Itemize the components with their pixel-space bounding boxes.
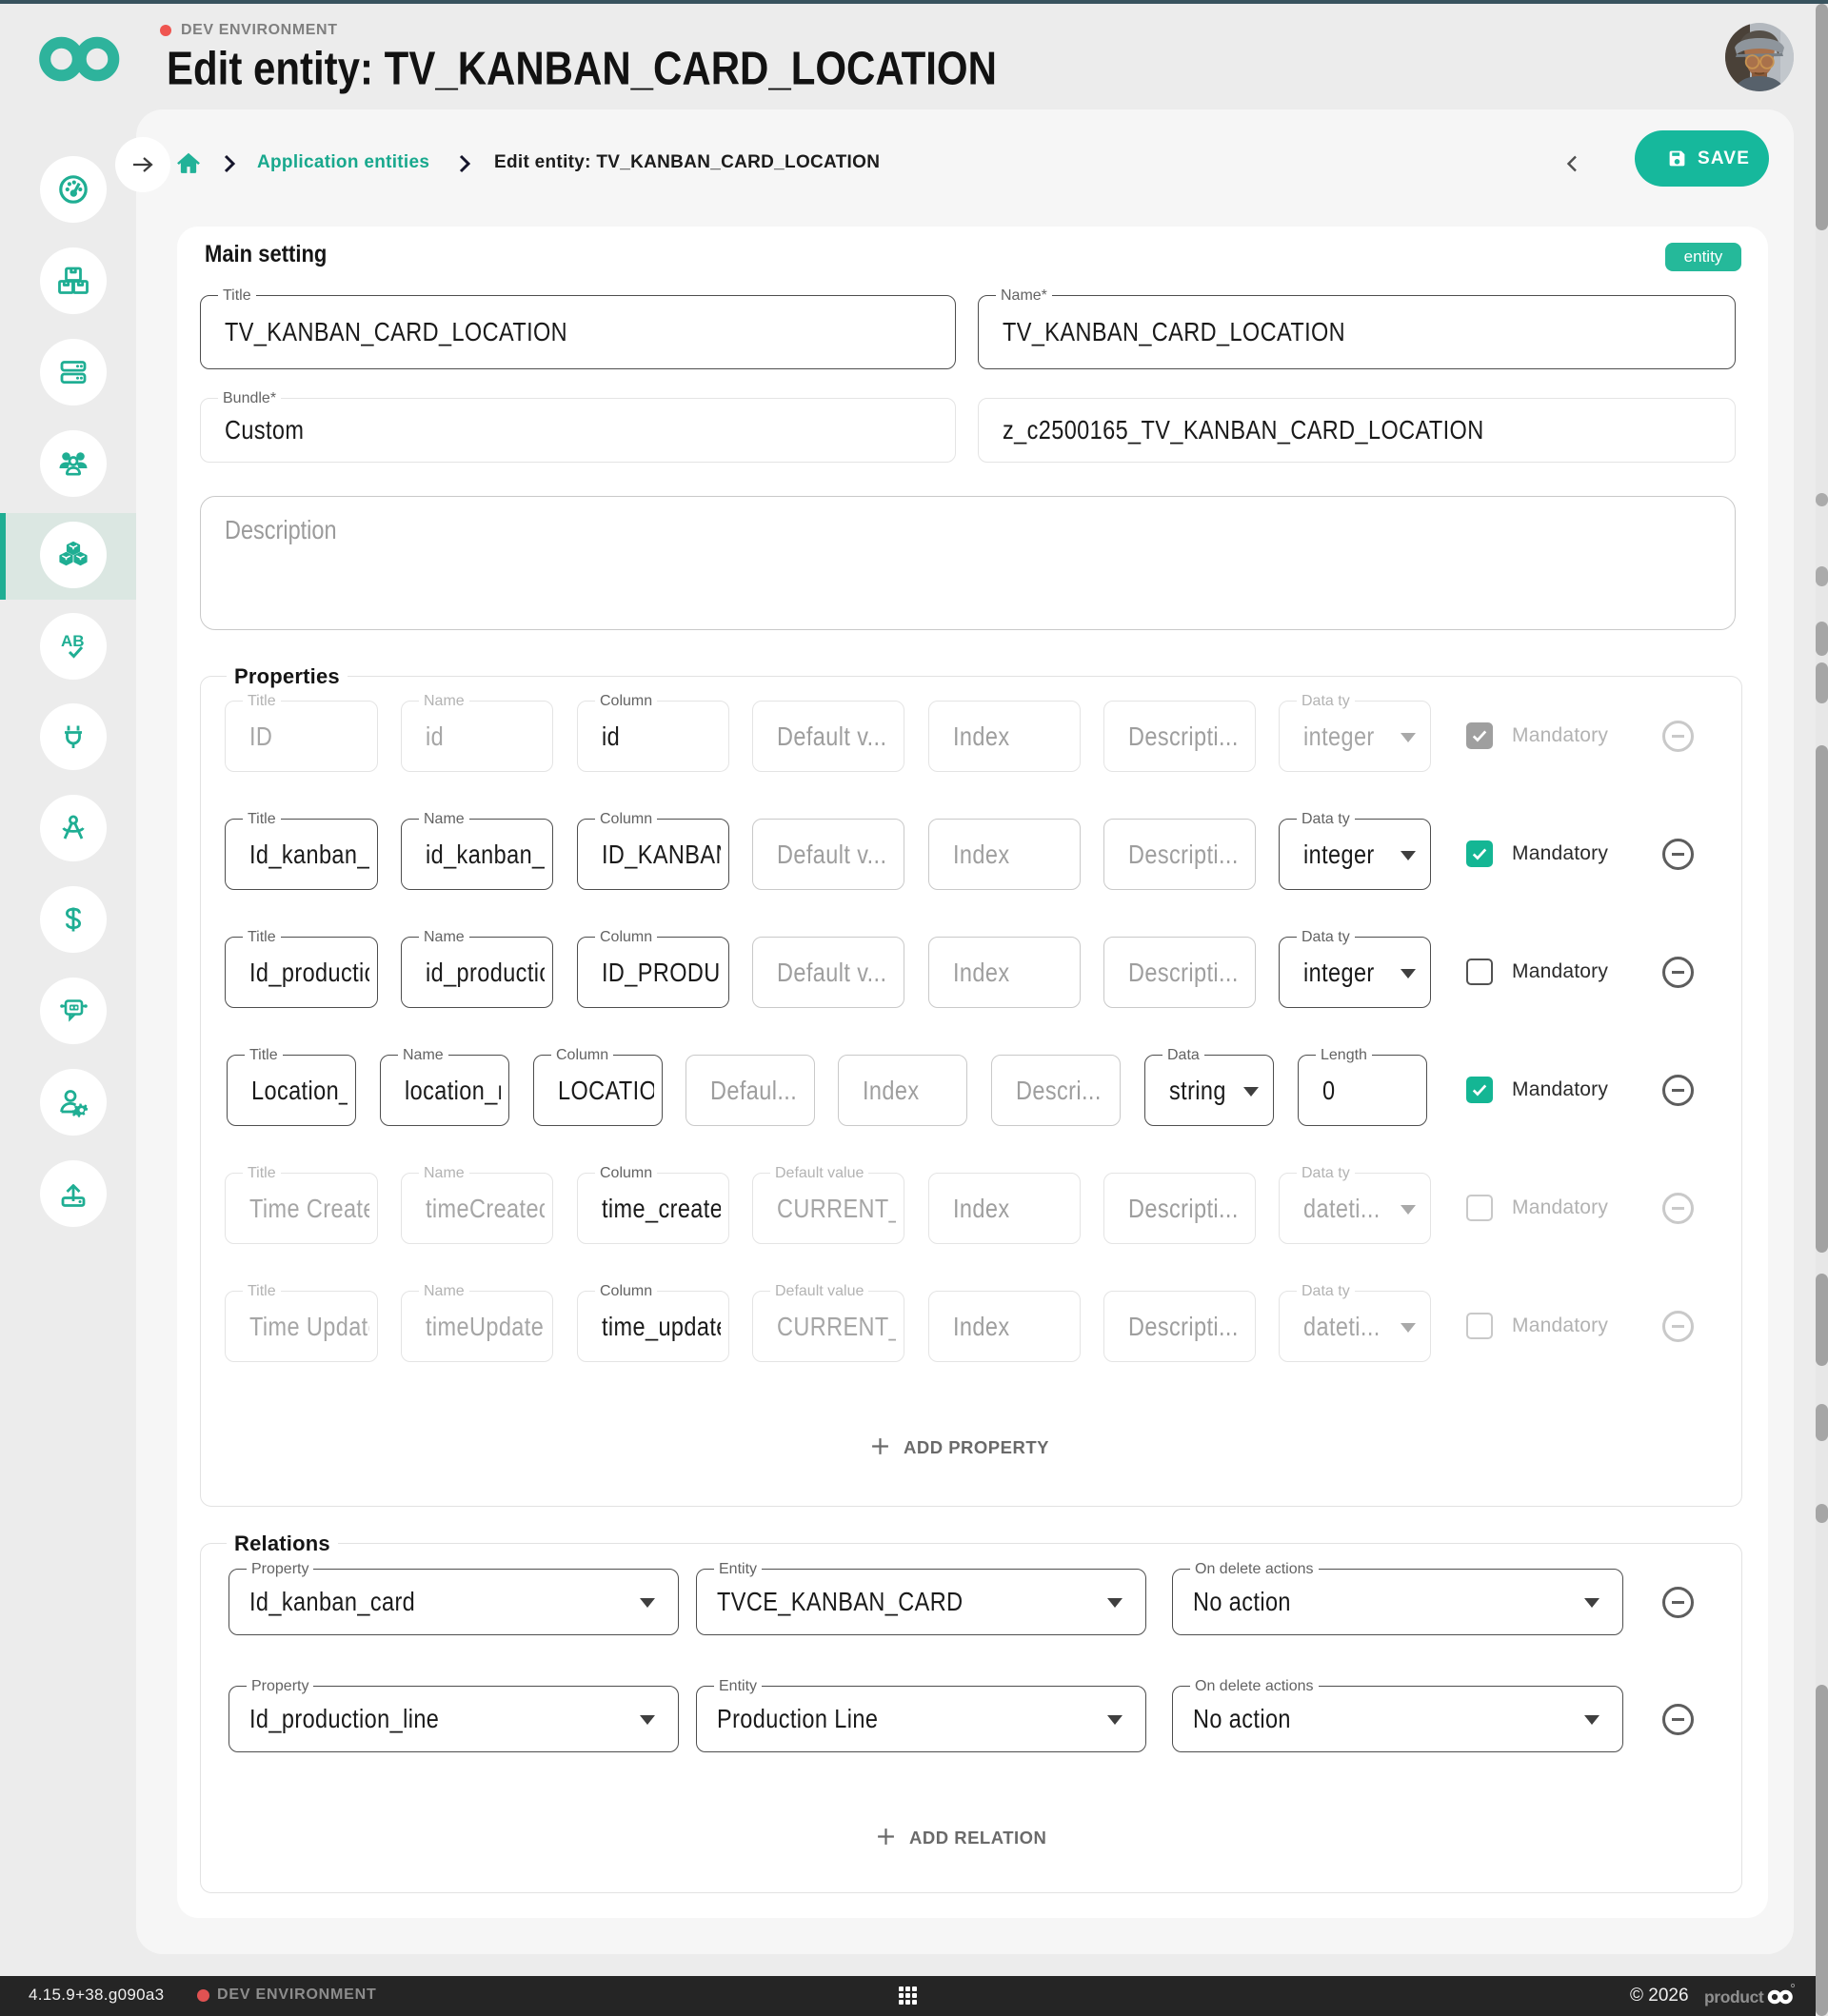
svg-text:product: product <box>1704 1987 1764 2006</box>
